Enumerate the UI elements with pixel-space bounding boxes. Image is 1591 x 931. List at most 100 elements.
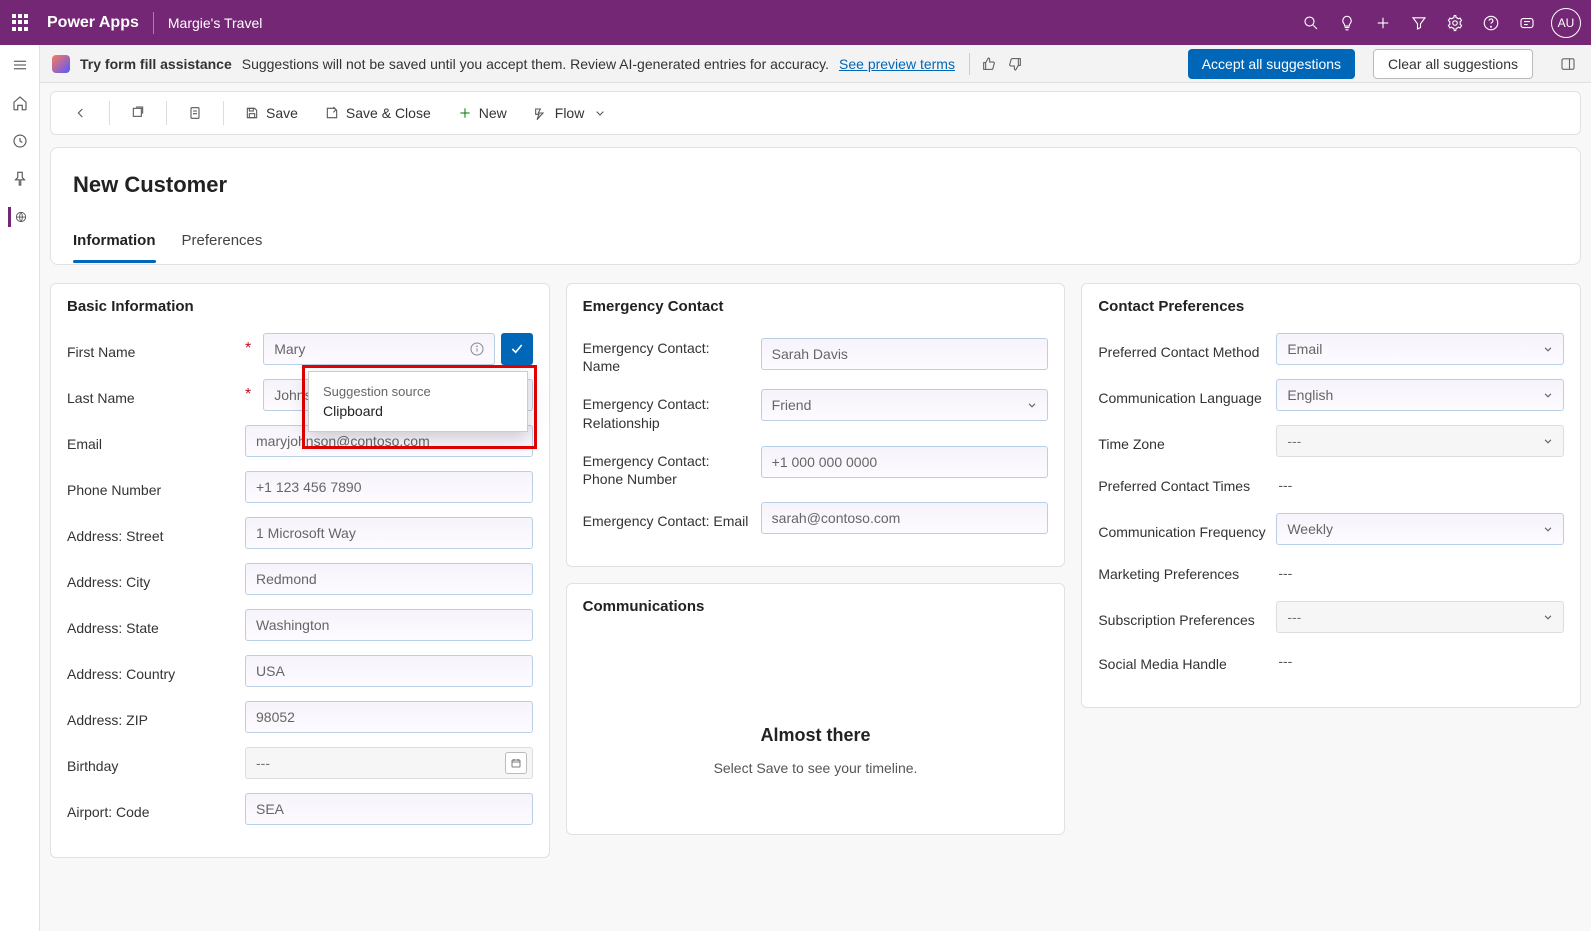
accept-all-button[interactable]: Accept all suggestions xyxy=(1188,49,1355,79)
accept-suggestion-button[interactable] xyxy=(501,333,533,365)
ec-name-label: Emergency Contact: Name xyxy=(583,340,710,374)
country-input[interactable] xyxy=(245,655,533,687)
ec-name-input[interactable] xyxy=(761,338,1049,370)
city-label: Address: City xyxy=(67,574,150,590)
frequency-label: Communication Frequency xyxy=(1098,524,1265,540)
emergency-title: Emergency Contact xyxy=(583,298,1049,315)
birthday-input[interactable] xyxy=(245,747,533,779)
add-icon[interactable] xyxy=(1365,5,1401,41)
flow-label: Flow xyxy=(555,105,585,121)
user-avatar[interactable]: AU xyxy=(1551,8,1581,38)
command-bar: Save Save & Close New Flow xyxy=(50,91,1581,135)
subscription-label: Subscription Preferences xyxy=(1098,612,1254,628)
record-header: New Customer Information Preferences xyxy=(50,147,1581,265)
frequency-select[interactable]: Weekly xyxy=(1276,513,1564,545)
left-nav xyxy=(0,45,40,931)
calendar-icon[interactable] xyxy=(505,752,527,774)
language-label: Communication Language xyxy=(1098,390,1261,406)
phone-input[interactable] xyxy=(245,471,533,503)
chevron-down-icon xyxy=(1025,398,1039,412)
callout-label: Suggestion source xyxy=(323,384,513,399)
zip-input[interactable] xyxy=(245,701,533,733)
tab-preferences[interactable]: Preferences xyxy=(182,232,263,263)
email-label: Email xyxy=(67,436,102,452)
clear-all-button[interactable]: Clear all suggestions xyxy=(1373,49,1533,79)
timezone-label: Time Zone xyxy=(1098,436,1164,452)
zip-label: Address: ZIP xyxy=(67,712,148,728)
timezone-select[interactable]: --- xyxy=(1276,425,1564,457)
marketing-value[interactable]: --- xyxy=(1276,559,1564,587)
thumbs-down-icon[interactable] xyxy=(1004,53,1026,75)
task-button[interactable] xyxy=(177,99,213,127)
save-button[interactable]: Save xyxy=(234,99,308,127)
filter-icon[interactable] xyxy=(1401,5,1437,41)
state-input[interactable] xyxy=(245,609,533,641)
back-button[interactable] xyxy=(63,99,99,127)
new-button[interactable]: New xyxy=(447,99,517,127)
prefs-section: Contact Preferences Preferred Contact Me… xyxy=(1081,283,1581,708)
save-close-label: Save & Close xyxy=(346,105,431,121)
pinned-icon[interactable] xyxy=(10,169,30,189)
communications-title: Communications xyxy=(583,598,1049,615)
copilot-icon xyxy=(52,55,70,73)
communications-heading: Almost there xyxy=(603,725,1029,746)
environment-name[interactable]: Margie's Travel xyxy=(168,15,262,31)
country-label: Address: Country xyxy=(67,666,175,682)
street-label: Address: Street xyxy=(67,528,164,544)
tab-information[interactable]: Information xyxy=(73,232,156,263)
phone-label: Phone Number xyxy=(67,482,161,498)
suggestion-notice-bar: Try form fill assistance Suggestions wil… xyxy=(40,45,1591,83)
menu-icon[interactable] xyxy=(10,55,30,75)
times-label: Preferred Contact Times xyxy=(1098,478,1250,494)
method-select[interactable]: Email xyxy=(1276,333,1564,365)
app-launcher-icon[interactable] xyxy=(10,12,32,34)
search-icon[interactable] xyxy=(1293,5,1329,41)
city-input[interactable] xyxy=(245,563,533,595)
divider xyxy=(153,12,154,34)
required-marker: * xyxy=(245,386,251,404)
lightbulb-icon[interactable] xyxy=(1329,5,1365,41)
airport-input[interactable] xyxy=(245,793,533,825)
basic-info-title: Basic Information xyxy=(67,298,533,315)
subscription-select[interactable]: --- xyxy=(1276,601,1564,633)
copilot-panel-icon[interactable] xyxy=(1557,53,1579,75)
emergency-section: Emergency Contact Emergency Contact: Nam… xyxy=(566,283,1066,567)
state-label: Address: State xyxy=(67,620,159,636)
thumbs-up-icon[interactable] xyxy=(978,53,1000,75)
street-input[interactable] xyxy=(245,517,533,549)
method-label: Preferred Contact Method xyxy=(1098,344,1259,360)
help-icon[interactable] xyxy=(1473,5,1509,41)
notice-text: Suggestions will not be saved until you … xyxy=(242,56,829,72)
social-value[interactable]: --- xyxy=(1276,647,1564,675)
birthday-label: Birthday xyxy=(67,758,118,774)
assistant-icon[interactable] xyxy=(1509,5,1545,41)
language-select[interactable]: English xyxy=(1276,379,1564,411)
form-tabs: Information Preferences xyxy=(73,232,1558,264)
times-value[interactable]: --- xyxy=(1276,471,1564,499)
page-title: New Customer xyxy=(73,172,1558,198)
first-name-label: First Name xyxy=(67,344,135,360)
ec-rel-label: Emergency Contact: Relationship xyxy=(583,396,710,430)
ec-phone-input[interactable] xyxy=(761,446,1049,478)
callout-value: Clipboard xyxy=(323,403,513,419)
open-new-window-button[interactable] xyxy=(120,99,156,127)
chevron-down-icon xyxy=(1541,434,1555,448)
flow-button[interactable]: Flow xyxy=(523,99,619,127)
communications-section: Communications Almost there Select Save … xyxy=(566,583,1066,835)
ec-email-input[interactable] xyxy=(761,502,1049,534)
chevron-down-icon xyxy=(1541,388,1555,402)
first-name-input[interactable] xyxy=(263,333,494,365)
save-label: Save xyxy=(266,105,298,121)
preview-terms-link[interactable]: See preview terms xyxy=(839,56,955,72)
globe-icon[interactable] xyxy=(8,207,28,227)
notice-title: Try form fill assistance xyxy=(80,56,232,72)
home-icon[interactable] xyxy=(10,93,30,113)
chevron-down-icon xyxy=(592,105,608,121)
recent-icon[interactable] xyxy=(10,131,30,151)
info-icon[interactable] xyxy=(469,341,485,357)
communications-sub: Select Save to see your timeline. xyxy=(603,760,1029,776)
save-close-button[interactable]: Save & Close xyxy=(314,99,441,127)
ec-rel-select[interactable]: Friend xyxy=(761,389,1049,421)
settings-icon[interactable] xyxy=(1437,5,1473,41)
basic-info-section: Basic Information First Name * Last xyxy=(50,283,550,858)
